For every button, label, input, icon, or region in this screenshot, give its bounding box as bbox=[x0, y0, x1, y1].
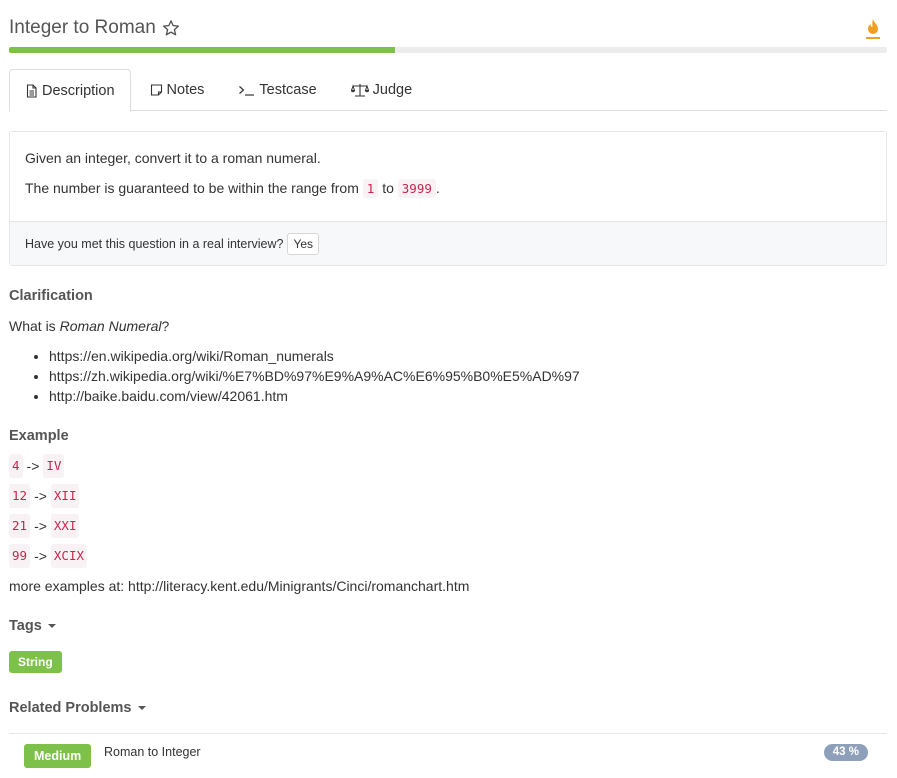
caret-down-icon bbox=[47, 624, 56, 629]
clarification-question: What is Roman Numeral? bbox=[9, 316, 580, 336]
example-row: 21 -> XXI bbox=[9, 511, 469, 541]
example-output: XII bbox=[50, 484, 80, 508]
related-section: Related Problems bbox=[9, 698, 146, 718]
example-input: 21 bbox=[9, 514, 31, 538]
problem-title: Integer to Roman bbox=[9, 17, 156, 38]
interview-question: Have you met this question in a real int… bbox=[25, 236, 284, 251]
range-prefix: The number is guaranteed to be within th… bbox=[25, 180, 359, 196]
progress-fill bbox=[9, 47, 396, 53]
star-icon[interactable] bbox=[162, 19, 180, 37]
difficulty-badge: Medium bbox=[24, 744, 92, 768]
interview-footer: Have you met this question in a real int… bbox=[10, 221, 886, 265]
description-line: Given an integer, convert it to a roman … bbox=[25, 150, 321, 166]
tab-label: Judge bbox=[372, 82, 413, 98]
question-prefix: What is bbox=[9, 318, 56, 334]
example-output: XXI bbox=[50, 514, 80, 538]
tab-label: Description bbox=[42, 82, 115, 99]
tab-judge[interactable]: Judge bbox=[336, 69, 428, 111]
tab-notes[interactable]: Notes bbox=[135, 69, 220, 111]
document-icon bbox=[25, 83, 38, 98]
tab-bar: Description Notes Testcase Judge bbox=[9, 69, 887, 112]
example-row: 99 -> XCIX bbox=[9, 541, 469, 571]
related-problem-row[interactable]: Medium Roman to Integer 43 % bbox=[9, 733, 887, 773]
range-joiner: to bbox=[382, 180, 394, 196]
title-wrap: Integer to Roman bbox=[9, 14, 887, 42]
range-min: 1 bbox=[362, 179, 379, 198]
tags-heading-label: Tags bbox=[9, 618, 42, 634]
tags-heading[interactable]: Tags bbox=[9, 616, 62, 636]
tab-testcase[interactable]: Testcase bbox=[223, 69, 331, 111]
example-row: 4 -> IV bbox=[9, 451, 469, 481]
example-arrow: -> bbox=[34, 548, 47, 564]
tag-string[interactable]: String bbox=[9, 651, 62, 673]
description-body: Given an integer, convert it to a roman … bbox=[10, 132, 886, 222]
related-problem-title[interactable]: Roman to Integer bbox=[104, 745, 201, 759]
caret-down-icon bbox=[137, 706, 146, 711]
range-max: 3999 bbox=[397, 179, 436, 198]
example-input: 99 bbox=[9, 544, 31, 568]
related-heading[interactable]: Related Problems bbox=[9, 698, 146, 718]
problem-header: Integer to Roman bbox=[9, 14, 887, 44]
tab-label: Notes bbox=[166, 82, 205, 98]
link-item[interactable]: https://en.wikipedia.org/wiki/Roman_nume… bbox=[49, 346, 580, 366]
link-item[interactable]: http://baike.baidu.com/view/42061.htm bbox=[49, 386, 580, 406]
example-arrow: -> bbox=[26, 458, 40, 474]
example-rows: 4 -> IV 12 -> XII 21 -> XXI 99 -> XCIX bbox=[9, 451, 469, 571]
question-suffix: ? bbox=[161, 318, 170, 334]
related-heading-label: Related Problems bbox=[9, 700, 132, 716]
tags-section: Tags String bbox=[9, 616, 62, 673]
tag-list: String bbox=[9, 651, 62, 673]
description-panel: Given an integer, convert it to a roman … bbox=[9, 131, 887, 266]
example-row: 12 -> XII bbox=[9, 481, 469, 511]
note-icon bbox=[150, 83, 163, 97]
tab-description[interactable]: Description bbox=[9, 69, 131, 112]
example-output: XCIX bbox=[50, 544, 88, 568]
progress-bar bbox=[9, 47, 887, 53]
link-item[interactable]: https://zh.wikipedia.org/wiki/%E7%BD%97%… bbox=[49, 366, 580, 386]
example-output: IV bbox=[43, 454, 65, 478]
acceptance-badge: 43 % bbox=[823, 744, 868, 761]
more-examples: more examples at: http://literacy.kent.e… bbox=[9, 578, 470, 594]
example-arrow: -> bbox=[34, 518, 47, 534]
tab-label: Testcase bbox=[259, 82, 317, 98]
example-section: Example 4 -> IV 12 -> XII 21 -> XXI 99 -> XCIX m… bbox=[9, 426, 469, 596]
clarification-links: https://en.wikipedia.org/wiki/Roman_nume… bbox=[9, 346, 580, 406]
yes-button[interactable]: Yes bbox=[287, 232, 320, 255]
flame-icon[interactable] bbox=[865, 18, 881, 40]
clarification-heading: Clarification bbox=[9, 288, 93, 304]
example-input: 12 bbox=[9, 484, 31, 508]
example-heading: Example bbox=[9, 428, 69, 444]
description-range: The number is guaranteed to be within th… bbox=[25, 178, 871, 199]
example-arrow: -> bbox=[34, 488, 47, 504]
terminal-icon bbox=[238, 83, 255, 97]
clarification-section: Clarification What is Roman Numeral? htt… bbox=[9, 286, 580, 406]
scales-icon bbox=[350, 83, 369, 97]
range-suffix: . bbox=[435, 180, 440, 196]
question-term: Roman Numeral bbox=[59, 318, 162, 334]
example-input: 4 bbox=[9, 454, 23, 478]
